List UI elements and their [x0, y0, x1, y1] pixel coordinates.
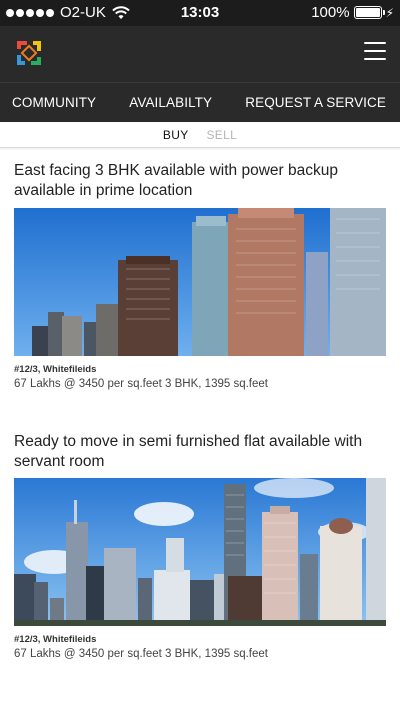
- battery-icon: [353, 6, 385, 19]
- tab-availability[interactable]: AVAILABILTY: [129, 95, 212, 110]
- listing-details: 67 Lakhs @ 3450 per sq.feet 3 BHK, 1395 …: [14, 648, 268, 660]
- app-logo-icon[interactable]: [12, 36, 46, 70]
- main-nav: COMMUNITY AVAILABILTY REQUEST A SERVICE: [0, 82, 400, 122]
- tab-sell[interactable]: SELL: [207, 128, 238, 142]
- listing-location: #12/3, Whitefileids: [14, 364, 97, 375]
- buy-sell-toggle: BUY SELL: [0, 122, 400, 148]
- status-bar: O2-UK 13:03 100% ⚡: [0, 0, 400, 26]
- listing-card[interactable]: Ready to move in semi furnished flat ava…: [14, 432, 386, 664]
- tab-buy[interactable]: BUY: [163, 128, 189, 142]
- listing-details: 67 Lakhs @ 3450 per sq.feet 3 BHK, 1395 …: [14, 378, 268, 390]
- status-right: 100% ⚡: [311, 4, 394, 21]
- city-skyline-photo[interactable]: [14, 208, 386, 356]
- tab-community[interactable]: COMMUNITY: [12, 95, 96, 110]
- charging-bolt-icon: ⚡: [385, 5, 394, 20]
- listing-title[interactable]: East facing 3 BHK available with power b…: [14, 161, 386, 201]
- listing-title[interactable]: Ready to move in semi furnished flat ava…: [14, 432, 386, 472]
- hamburger-menu-icon[interactable]: [364, 42, 386, 60]
- app-header: [0, 26, 400, 82]
- city-skyline-photo[interactable]: [14, 478, 386, 626]
- tab-request-service[interactable]: REQUEST A SERVICE: [245, 95, 386, 110]
- listing-location: #12/3, Whitefileids: [14, 634, 97, 645]
- battery-percentage: 100%: [311, 4, 350, 21]
- listing-card[interactable]: East facing 3 BHK available with power b…: [14, 161, 386, 393]
